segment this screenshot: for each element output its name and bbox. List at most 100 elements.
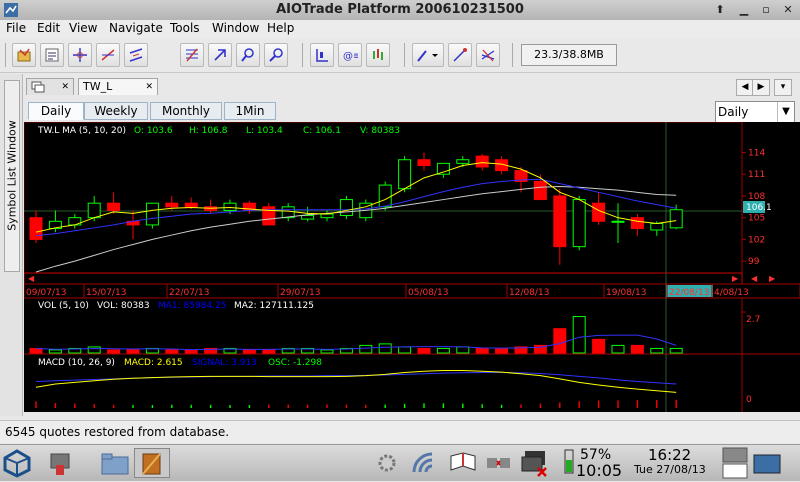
scrollbar-track — [24, 272, 743, 285]
menu-file[interactable]: File — [6, 21, 26, 35]
wifi-icon[interactable] — [408, 448, 438, 478]
volume-bar — [48, 349, 62, 354]
volume-bar — [630, 344, 644, 354]
parallel-icon[interactable] — [124, 43, 148, 67]
cycle-icon[interactable] — [476, 43, 500, 67]
toolbar-grip — [5, 43, 6, 67]
candle-body — [630, 217, 644, 230]
show-desktop-icon[interactable] — [752, 449, 782, 477]
aiotrade-task-icon[interactable] — [134, 448, 170, 478]
macd-y-tick: 0 — [746, 395, 752, 405]
candle-icon[interactable] — [310, 43, 334, 67]
chart-svg[interactable]: ◀ ▶ ◀ ▶ 114 111 108 105 102 99 09/07/13 15/07/13 22… — [24, 122, 800, 412]
minimize-button[interactable]: ▁ — [737, 3, 751, 17]
symbol-list-tab[interactable]: Symbol List Window — [4, 80, 20, 272]
close-tab-icon[interactable]: ✕ — [145, 79, 153, 95]
volume-bar — [165, 349, 179, 354]
tab-list-icon[interactable]: ▾ — [774, 79, 792, 96]
close-tab-icon[interactable]: ✕ — [61, 79, 69, 95]
y-tick-label: 105 — [748, 214, 765, 224]
menu-edit[interactable]: Edit — [37, 21, 60, 35]
zoom-in-icon[interactable] — [208, 43, 232, 67]
x-tick-label: 12/08/13 — [509, 288, 549, 298]
open-icon[interactable] — [12, 43, 36, 67]
search-icon[interactable] — [264, 43, 288, 67]
candle-body — [456, 159, 470, 164]
tab-scroll-right-icon[interactable]: ▶ — [752, 79, 770, 96]
book-icon[interactable] — [448, 448, 478, 478]
menu-window[interactable]: Window — [212, 21, 259, 35]
candle-body — [145, 202, 159, 226]
menu-view[interactable]: View — [69, 21, 97, 35]
quote-close: C: 106.1 — [303, 126, 341, 136]
fib-icon[interactable] — [180, 43, 204, 67]
crosshair-icon[interactable] — [68, 43, 92, 67]
clock-time[interactable]: 16:22 — [648, 446, 691, 464]
menu-help[interactable]: Help — [267, 21, 294, 35]
candle-body — [378, 184, 392, 208]
battery-icon[interactable] — [564, 448, 574, 474]
shade-icon[interactable]: ⬆ — [713, 3, 727, 17]
folder-icon[interactable] — [100, 448, 130, 478]
volume-bar — [475, 347, 489, 354]
quote-low: L: 103.4 — [246, 126, 283, 136]
candle-body — [650, 222, 664, 231]
candle-body — [417, 159, 431, 167]
settings-gear-icon[interactable] — [372, 448, 402, 478]
volume-bar — [572, 316, 586, 354]
window-title: AIOTrade Platform 200610231500 — [276, 2, 524, 17]
volume-bar — [126, 349, 140, 354]
current-price-label: 106.1 — [746, 203, 772, 213]
macd-signal: SIGNAL: 3.913 — [192, 358, 257, 368]
tab-1min[interactable]: 1Min — [224, 102, 276, 120]
chevron-down-icon[interactable]: ▼ — [777, 102, 794, 122]
window-titlebar[interactable]: AIOTrade Platform 200610231500 ⬆ ▁ ▫ ✕ — [0, 0, 800, 21]
x-tick-label: 22/08/13 — [669, 288, 709, 298]
chart-area[interactable]: ◀ ▶ ◀ ▶ 114 111 108 105 102 99 09/07/13 15/07/13 22… — [24, 122, 800, 412]
ohlc-icon[interactable]: @≡ — [338, 43, 362, 67]
save-icon[interactable] — [40, 43, 64, 67]
tab-tw-l[interactable]: TW_L ✕ — [78, 78, 158, 95]
close-button[interactable]: ✕ — [781, 3, 795, 17]
tab-weekly[interactable]: Weekly — [84, 102, 148, 120]
clock-date[interactable]: Tue 27/08/13 — [634, 463, 706, 476]
network-icon[interactable] — [484, 448, 514, 478]
display-disconnected-icon[interactable] — [520, 448, 550, 478]
line-icon[interactable] — [96, 43, 120, 67]
svg-text:@≡: @≡ — [343, 51, 358, 62]
tab-daily[interactable]: Daily — [28, 102, 84, 120]
line-chart-icon[interactable] — [366, 43, 390, 67]
candle-body — [611, 220, 625, 223]
pen-icon[interactable] — [412, 43, 444, 67]
volume-bar — [417, 347, 431, 354]
volume-bar — [456, 346, 470, 354]
quote-high: H: 106.8 — [189, 126, 228, 136]
workspace-switcher[interactable] — [722, 447, 748, 479]
x-tick-label: 05/08/13 — [408, 288, 448, 298]
volume-value: VOL: 80383 — [97, 301, 150, 311]
zoom-out-icon[interactable] — [236, 43, 260, 67]
zoom-left-icon: ◀ — [751, 274, 758, 283]
tab-pages[interactable]: ✕ — [26, 78, 74, 95]
start-menu-icon[interactable] — [2, 448, 32, 478]
document-tabs: ✕ TW_L ✕ ◀ ▶ ▾ — [24, 77, 800, 97]
trend-icon[interactable] — [448, 43, 472, 67]
taskbar: 57% 10:05 16:22 Tue 27/08/13 — [0, 444, 800, 481]
candle-body — [320, 213, 334, 219]
memory-indicator[interactable]: 23.3/38.8MB — [521, 44, 617, 66]
terminal-icon[interactable] — [46, 448, 76, 478]
menu-tools[interactable]: Tools — [170, 21, 200, 35]
maximize-button[interactable]: ▫ — [759, 3, 773, 17]
candle-body — [553, 195, 567, 248]
frequency-select[interactable]: Daily ▼ — [715, 101, 795, 123]
tab-monthly[interactable]: Monthly — [150, 102, 222, 120]
toolbar-separator — [302, 43, 303, 67]
volume-bar — [29, 347, 43, 354]
volume-bar — [650, 347, 664, 354]
volume-ma1: MA1: 85984.25 — [158, 301, 226, 311]
menu-navigate[interactable]: Navigate — [109, 21, 163, 35]
volume-bar — [359, 344, 373, 354]
candle-body — [223, 202, 237, 211]
quote-open: O: 103.6 — [134, 126, 173, 136]
candle-body — [436, 162, 450, 175]
